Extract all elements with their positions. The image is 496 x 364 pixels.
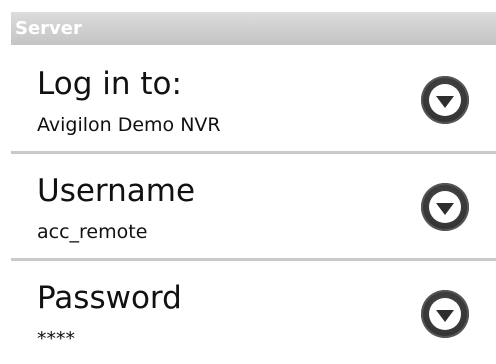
chevron-down-icon[interactable] (421, 290, 469, 338)
divider (11, 258, 496, 261)
row-title: Log in to: (37, 66, 182, 102)
row-title: Password (37, 280, 182, 316)
login-target-row[interactable]: Log in to: Avigilon Demo NVR (0, 48, 496, 148)
row-value: **** (37, 328, 75, 350)
chevron-down-icon[interactable] (421, 76, 469, 124)
chevron-down-icon[interactable] (421, 183, 469, 231)
password-row[interactable]: Password **** (0, 262, 496, 362)
top-spacer (0, 0, 496, 12)
row-value: Avigilon Demo NVR (37, 114, 221, 136)
row-title: Username (37, 173, 196, 209)
section-header-server: Server (11, 12, 496, 45)
username-row[interactable]: Username acc_remote (0, 155, 496, 255)
row-value: acc_remote (37, 221, 148, 243)
divider (11, 151, 496, 154)
